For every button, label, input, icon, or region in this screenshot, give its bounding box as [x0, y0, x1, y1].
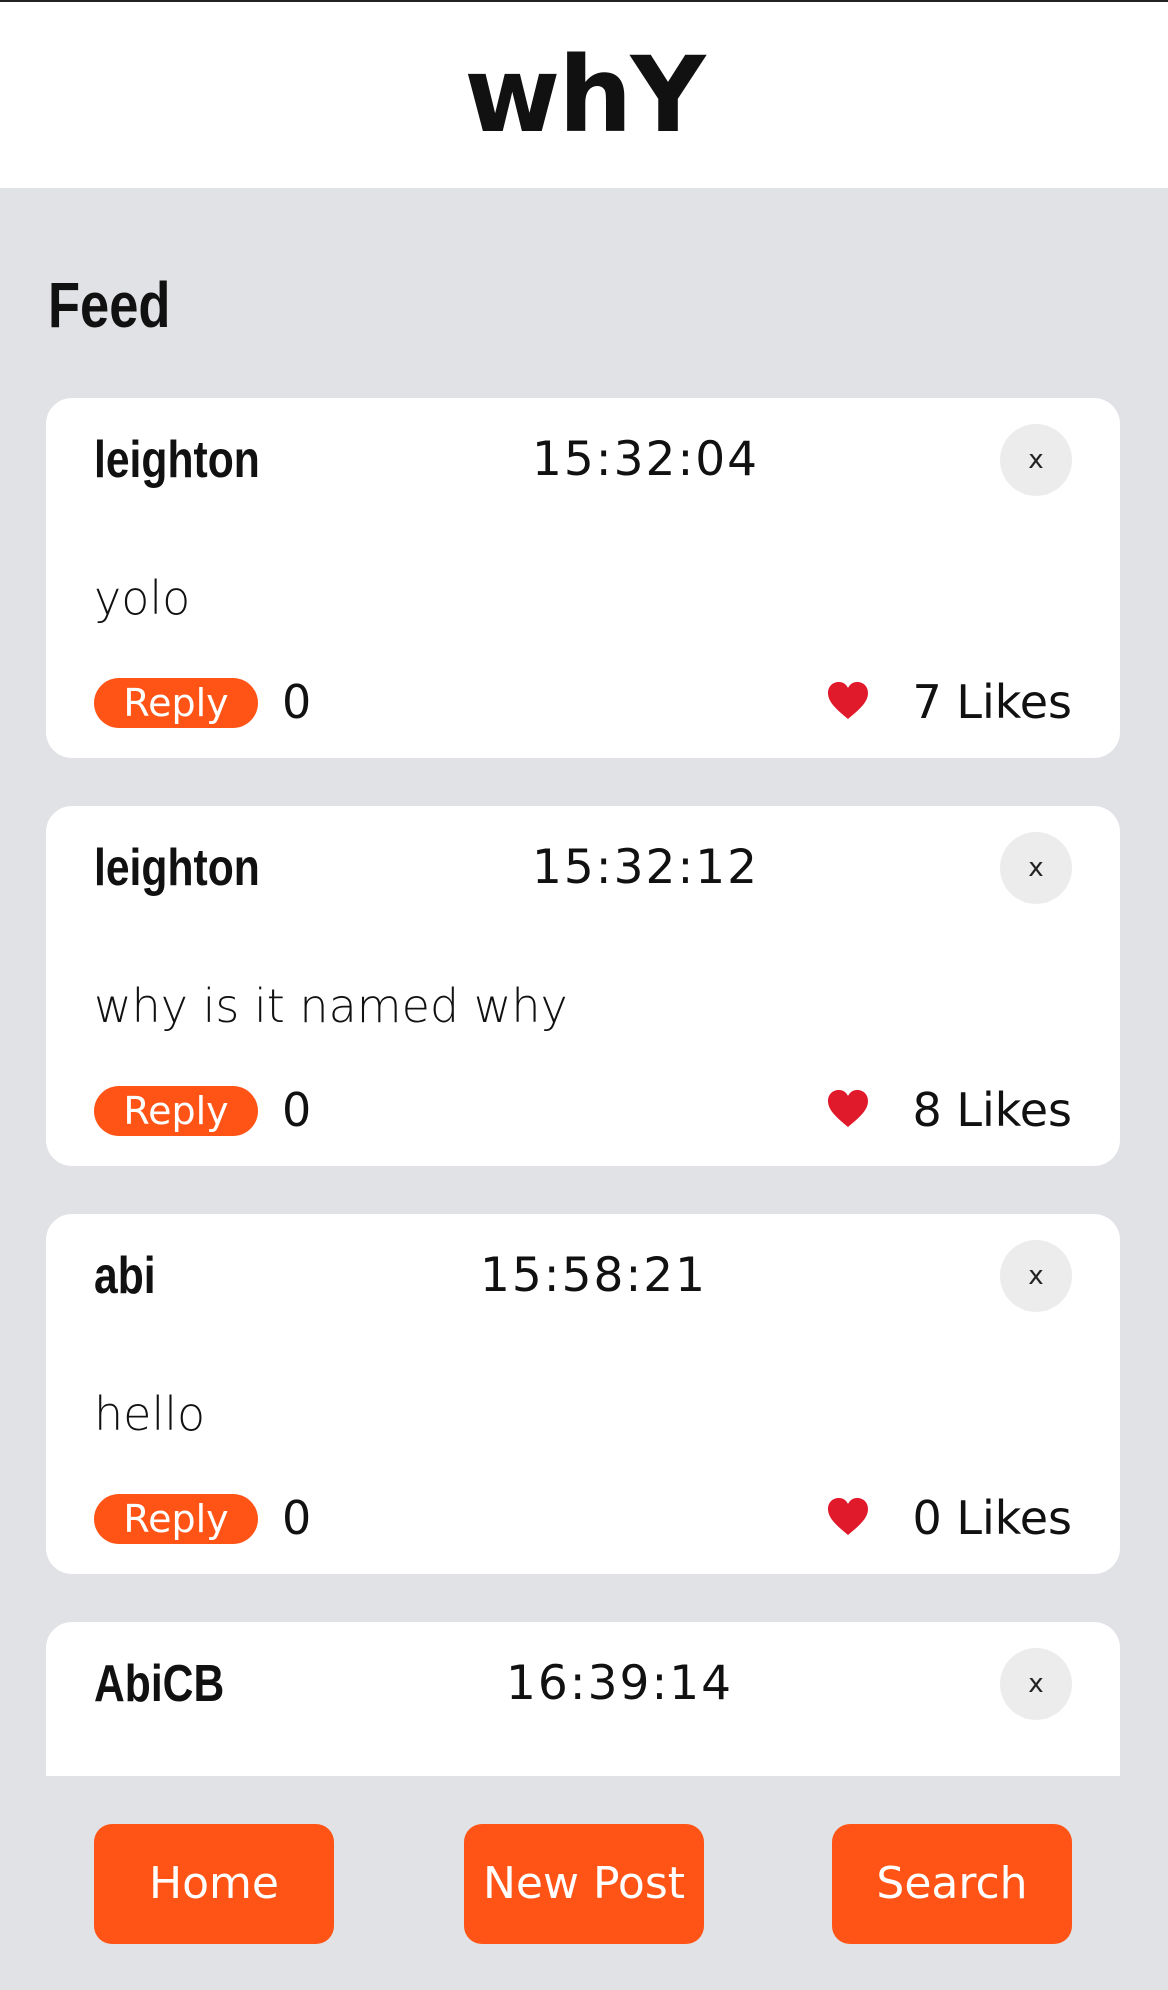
home-button[interactable]: Home	[94, 1824, 334, 1944]
like-count: 0 Likes	[912, 1491, 1072, 1545]
reply-count: 0	[282, 675, 312, 729]
post-body: yolo	[94, 571, 191, 625]
like-count: 8 Likes	[912, 1083, 1072, 1137]
post-username: leighton	[94, 839, 260, 897]
new-post-button[interactable]: New Post	[464, 1824, 704, 1944]
post-card: abi 15:58:21 x hello Reply 0 0 Likes	[46, 1214, 1120, 1574]
heart-icon[interactable]	[826, 681, 870, 721]
search-button[interactable]: Search	[832, 1824, 1072, 1944]
delete-post-button[interactable]: x	[1000, 424, 1072, 496]
delete-post-button[interactable]: x	[1000, 1240, 1072, 1312]
delete-post-button[interactable]: x	[1000, 1648, 1072, 1720]
post-timestamp: 16:39:14	[506, 1656, 734, 1711]
heart-icon[interactable]	[826, 1497, 870, 1537]
post-timestamp: 15:32:12	[532, 840, 760, 895]
app-title: whY	[464, 34, 705, 156]
reply-button[interactable]: Reply	[94, 678, 258, 728]
feed-title: Feed	[48, 269, 171, 341]
post-body: why is it named why	[94, 979, 568, 1033]
post-card: leighton 15:32:04 x yolo Reply 0 7 Likes	[46, 398, 1120, 758]
post-username: AbiCB	[94, 1655, 225, 1713]
post-body: hello	[94, 1387, 206, 1441]
reply-button[interactable]: Reply	[94, 1086, 258, 1136]
post-card: leighton 15:32:12 x why is it named why …	[46, 806, 1120, 1166]
heart-icon[interactable]	[826, 1089, 870, 1129]
delete-post-button[interactable]: x	[1000, 832, 1072, 904]
post-card: AbiCB 16:39:14 x	[46, 1622, 1120, 1776]
like-count: 7 Likes	[912, 675, 1072, 729]
feed-list[interactable]: leighton 15:32:04 x yolo Reply 0 7 Likes…	[46, 398, 1120, 1776]
bottom-nav: Home New Post Search	[0, 1776, 1168, 1990]
app-header: whY	[0, 0, 1168, 188]
reply-button[interactable]: Reply	[94, 1494, 258, 1544]
post-username: abi	[94, 1247, 156, 1305]
post-timestamp: 15:58:21	[480, 1248, 708, 1303]
post-username: leighton	[94, 431, 260, 489]
reply-count: 0	[282, 1083, 312, 1137]
reply-count: 0	[282, 1491, 312, 1545]
post-timestamp: 15:32:04	[532, 432, 760, 487]
